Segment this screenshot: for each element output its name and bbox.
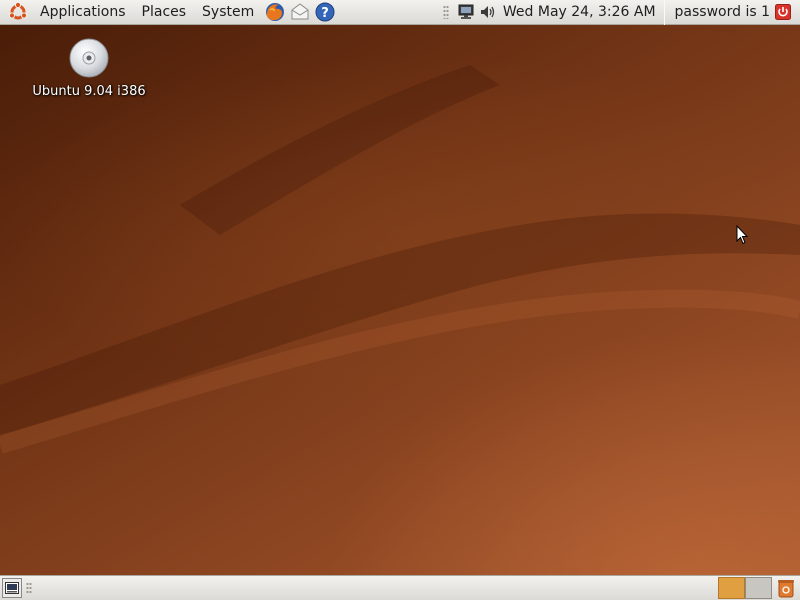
- firefox-icon[interactable]: [263, 0, 287, 24]
- desktop-icon-label: Ubuntu 9.04 i386: [32, 84, 146, 99]
- bottom-panel: [0, 575, 800, 600]
- user-switcher-label[interactable]: password is 1: [665, 4, 774, 20]
- tray-handle[interactable]: [442, 5, 449, 19]
- system-menu[interactable]: System: [194, 0, 262, 24]
- volume-icon[interactable]: [478, 2, 498, 22]
- desktop-background[interactable]: Ubuntu 9.04 i386: [0, 25, 800, 575]
- system-tray: Wed May 24, 3:26 AM password is 1: [437, 0, 800, 25]
- mouse-pointer-icon: [736, 225, 748, 245]
- workspace-1[interactable]: [718, 577, 745, 599]
- mail-icon[interactable]: [288, 0, 312, 24]
- clock[interactable]: Wed May 24, 3:26 AM: [499, 4, 664, 20]
- applications-menu[interactable]: Applications: [32, 0, 134, 24]
- window-list-handle[interactable]: [26, 582, 32, 594]
- trash-icon[interactable]: [774, 576, 798, 600]
- svg-text:?: ?: [321, 6, 329, 21]
- top-panel: Applications Places System ? Wed May 24,…: [0, 0, 800, 25]
- wallpaper-wave: [0, 65, 800, 454]
- main-menu-bar: Applications Places System ?: [0, 0, 337, 24]
- help-icon[interactable]: ?: [313, 0, 337, 24]
- cdrom-icon: [69, 38, 109, 78]
- places-menu[interactable]: Places: [134, 0, 195, 24]
- power-icon[interactable]: [774, 3, 792, 21]
- network-icon[interactable]: [456, 2, 476, 22]
- ubuntu-logo-icon[interactable]: [6, 0, 30, 24]
- workspace-2[interactable]: [745, 577, 772, 599]
- workspace-switcher: [718, 577, 772, 599]
- desktop-icon-cdrom[interactable]: Ubuntu 9.04 i386: [28, 37, 150, 99]
- show-desktop-icon[interactable]: [2, 578, 22, 598]
